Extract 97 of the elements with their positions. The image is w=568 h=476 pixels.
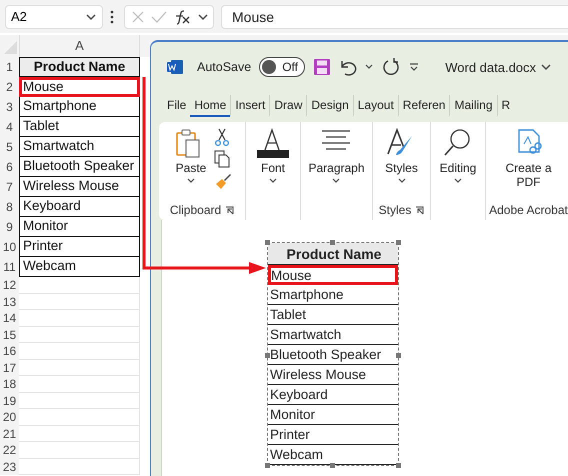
dialog-launcher-icon[interactable] <box>225 206 234 214</box>
resize-handle[interactable] <box>396 463 401 468</box>
insert-function-icon[interactable] <box>173 8 191 24</box>
table-cell: Mouse <box>268 265 398 285</box>
table-cell: Wireless Mouse <box>19 177 140 197</box>
dropdown-caret-icon[interactable] <box>332 178 340 184</box>
resize-handle[interactable] <box>265 240 270 245</box>
table-cell: Wireless Mouse <box>268 365 398 385</box>
dropdown-caret-icon[interactable] <box>454 178 462 184</box>
row-header[interactable]: 4 <box>0 117 19 137</box>
table-cell: Monitor <box>19 217 140 237</box>
paintbrush-icon[interactable] <box>214 172 232 190</box>
resize-handle[interactable] <box>330 240 335 245</box>
resize-handle[interactable] <box>330 463 335 468</box>
redo-icon[interactable] <box>381 57 402 77</box>
ribbon-tab[interactable]: R <box>496 95 514 117</box>
row-header[interactable]: 8 <box>0 197 19 217</box>
resize-handle[interactable] <box>396 240 401 245</box>
row-header[interactable]: 20 <box>0 409 19 426</box>
ribbon-button[interactable]: Paragraph <box>305 126 368 186</box>
dropdown-caret-icon[interactable] <box>365 64 374 70</box>
ribbon-button[interactable]: Editing <box>436 126 480 186</box>
row-header[interactable]: 5 <box>0 137 19 157</box>
customize-toolbar-icon[interactable] <box>409 62 420 72</box>
ribbon-button[interactable]: Styles <box>382 126 421 186</box>
table-cell: Smartphone <box>268 285 398 305</box>
row-header[interactable]: 16 <box>0 343 19 360</box>
ribbon-tab[interactable]: Layout <box>352 95 398 117</box>
table-cell: Bluetooth Speaker <box>19 157 140 177</box>
row-header[interactable]: 19 <box>0 392 19 409</box>
dropdown-caret-icon[interactable] <box>540 62 552 72</box>
ribbon-tab[interactable]: Insert <box>230 95 270 117</box>
resize-handle[interactable] <box>265 463 270 468</box>
autosave-label: AutoSave <box>197 60 252 74</box>
font-color-icon[interactable] <box>257 128 289 158</box>
row-header[interactable]: 23 <box>0 458 19 475</box>
table-cell: Smartwatch <box>268 325 398 345</box>
table-cell: Monitor <box>268 405 398 425</box>
row-header[interactable]: 13 <box>0 294 19 310</box>
row-header[interactable]: 17 <box>0 360 19 376</box>
resize-handle[interactable] <box>265 353 270 358</box>
ribbon-button[interactable]: Create a PDF <box>500 126 556 191</box>
formula-field[interactable]: Mouse <box>221 4 568 28</box>
ribbon-tab[interactable]: Draw <box>269 95 306 117</box>
row-header[interactable]: 18 <box>0 376 19 392</box>
autosave-toggle[interactable]: Off <box>259 57 306 77</box>
table-cell: Keyboard <box>268 385 398 405</box>
ribbon-tab[interactable]: Home <box>190 95 230 117</box>
table-cell: Smartphone <box>19 97 140 117</box>
row-header[interactable]: 9 <box>0 217 19 237</box>
ribbon-button[interactable]: Font <box>254 126 292 186</box>
table-header-cell: Product Name <box>19 57 140 77</box>
row-header[interactable]: 1 <box>0 57 19 77</box>
copy-icon[interactable] <box>214 150 230 168</box>
enter-check-icon[interactable] <box>151 10 167 24</box>
ribbon-tab[interactable]: File <box>163 95 190 117</box>
row-header[interactable]: 11 <box>0 257 19 277</box>
table-cell: Keyboard <box>19 197 140 217</box>
table-cell: Webcam <box>19 257 140 277</box>
group-label: Clipboard <box>170 203 222 217</box>
group-label: Adobe Acrobat <box>489 203 568 217</box>
ribbon-button[interactable]: Paste <box>172 126 210 190</box>
row-header[interactable]: 10 <box>0 237 19 257</box>
group-label: Styles <box>378 203 412 217</box>
row-header[interactable]: 14 <box>0 310 19 326</box>
row-header[interactable]: 21 <box>0 426 19 442</box>
resize-handle[interactable] <box>396 353 401 358</box>
dropdown-caret-icon[interactable] <box>398 178 406 184</box>
row-header[interactable]: 3 <box>0 97 19 117</box>
ribbon-tab[interactable]: Mailing <box>449 95 496 117</box>
row-header[interactable]: 22 <box>0 442 19 458</box>
ribbon-tab[interactable]: Referen <box>398 95 450 117</box>
document-title[interactable]: Word data.docx <box>445 60 552 74</box>
row-header[interactable]: 15 <box>0 326 19 343</box>
table-cell: Mouse <box>19 77 140 97</box>
table-cell: Tablet <box>19 117 140 137</box>
dropdown-caret-icon[interactable] <box>85 12 97 22</box>
table-header-cell: Product Name <box>268 243 398 265</box>
undo-icon[interactable] <box>339 58 358 76</box>
table-cell: Tablet <box>268 305 398 325</box>
row-header[interactable]: 2 <box>0 77 19 97</box>
dialog-launcher-icon[interactable] <box>415 206 424 214</box>
word-app-icon[interactable] <box>167 59 183 75</box>
scissors-icon[interactable] <box>214 128 230 146</box>
table-cell: Smartwatch <box>19 137 140 157</box>
table-cell: Printer <box>19 237 140 257</box>
row-header[interactable]: 6 <box>0 157 19 177</box>
ribbon-tab[interactable]: Design <box>306 95 353 117</box>
dropdown-caret-icon[interactable] <box>197 12 209 22</box>
row-header[interactable]: 12 <box>0 277 19 294</box>
dropdown-caret-icon[interactable] <box>269 178 277 184</box>
name-box[interactable]: A2 <box>5 4 103 28</box>
save-icon[interactable] <box>313 58 332 76</box>
row-header[interactable]: 7 <box>0 177 19 197</box>
dropdown-caret-icon[interactable] <box>187 178 195 184</box>
more-options-icon[interactable] <box>110 10 114 24</box>
table-cell: Printer <box>268 425 398 445</box>
